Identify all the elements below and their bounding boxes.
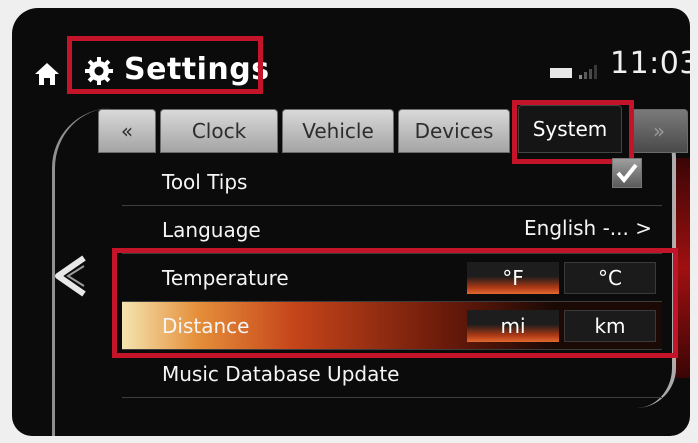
tool-tips-checkbox[interactable] xyxy=(612,158,642,188)
title-highlight-box xyxy=(67,36,263,94)
display-screen: Settings 11:03 « Clock Vehicle Devices S… xyxy=(12,8,690,436)
clock-time: 11:03 xyxy=(610,46,690,81)
top-bar: Settings 11:03 xyxy=(12,8,690,100)
row-label: Music Database Update xyxy=(162,362,400,386)
tab-devices[interactable]: Devices xyxy=(398,109,510,153)
tab-next[interactable]: » xyxy=(630,109,688,153)
row-label: Tool Tips xyxy=(162,170,248,194)
tab-vehicle[interactable]: Vehicle xyxy=(282,109,394,153)
tab-prev[interactable]: « xyxy=(98,109,156,153)
list-item-language[interactable]: Language English -... > xyxy=(122,206,662,254)
home-icon[interactable] xyxy=(34,62,60,86)
battery-icon xyxy=(550,68,572,78)
system-tab-highlight-box xyxy=(512,100,634,164)
row-label: Language xyxy=(162,218,261,242)
language-value: English -... > xyxy=(524,216,652,240)
units-highlight-box xyxy=(112,248,678,358)
list-item-tool-tips[interactable]: Tool Tips xyxy=(122,158,662,206)
back-arrow-icon[interactable] xyxy=(50,254,90,298)
checkmark-icon xyxy=(616,163,638,184)
signal-icon xyxy=(579,65,597,79)
tab-clock[interactable]: Clock xyxy=(160,109,278,153)
